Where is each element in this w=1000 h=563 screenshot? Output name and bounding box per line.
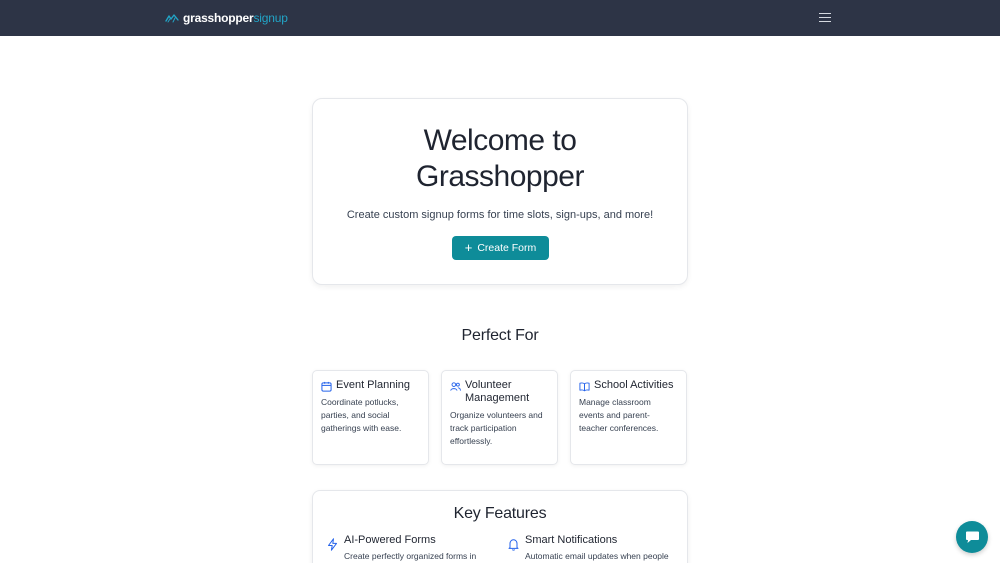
card-description: Organize volunteers and track participat…: [450, 410, 543, 446]
feature-title: AI-Powered Forms: [344, 534, 436, 546]
page-title: Welcome to Grasshopper: [313, 123, 687, 195]
grasshopper-logo-icon: [165, 14, 179, 23]
feature-title: Smart Notifications: [525, 534, 618, 546]
logo[interactable]: grasshoppersignup: [165, 10, 288, 26]
logo-text: grasshoppersignup: [183, 10, 288, 26]
logo-text-secondary: signup: [253, 11, 288, 25]
perfect-for-title: Perfect For: [461, 327, 539, 344]
chat-widget-button[interactable]: [956, 521, 988, 553]
welcome-card: Welcome to Grasshopper Create custom sig…: [312, 98, 688, 285]
lightning-icon: [328, 538, 337, 551]
key-features-title: Key Features: [453, 505, 547, 522]
card-title: Event Planning: [336, 379, 410, 391]
card-school-activities: School Activities Manage classroom event…: [570, 370, 687, 465]
plus-icon: +: [464, 240, 473, 255]
card-description: Coordinate potlucks, parties, and social…: [321, 397, 402, 433]
create-form-button[interactable]: + Create Form: [452, 236, 549, 260]
card-volunteer-management: Volunteer Management Organize volunteers…: [441, 370, 558, 465]
hamburger-menu-icon[interactable]: [817, 11, 834, 25]
bell-icon: [508, 539, 519, 551]
feature-description: Create perfectly organized forms in: [344, 551, 477, 561]
card-title: Volunteer Management: [465, 379, 530, 404]
key-features-card: Key Features AI-Powered Forms Create per…: [312, 490, 688, 563]
create-form-button-label: Create Form: [477, 242, 537, 254]
card-description: Manage classroom events and parent-teach…: [579, 397, 659, 433]
welcome-subtitle: Create custom signup forms for time slot…: [346, 209, 654, 221]
feature-description: Automatic email updates when people: [525, 551, 669, 561]
logo-text-primary: grasshopper: [183, 11, 254, 25]
book-icon: [579, 382, 590, 392]
calendar-icon: [321, 381, 332, 392]
chat-bubble-icon: [965, 531, 979, 543]
card-title: School Activities: [594, 379, 674, 391]
card-event-planning: Event Planning Coordinate potlucks, part…: [312, 370, 429, 465]
top-navbar: grasshoppersignup: [0, 0, 1000, 36]
users-icon: [450, 382, 461, 391]
page-title-line1: Welcome to: [423, 124, 577, 157]
page-title-line2: Grasshopper: [416, 160, 584, 193]
